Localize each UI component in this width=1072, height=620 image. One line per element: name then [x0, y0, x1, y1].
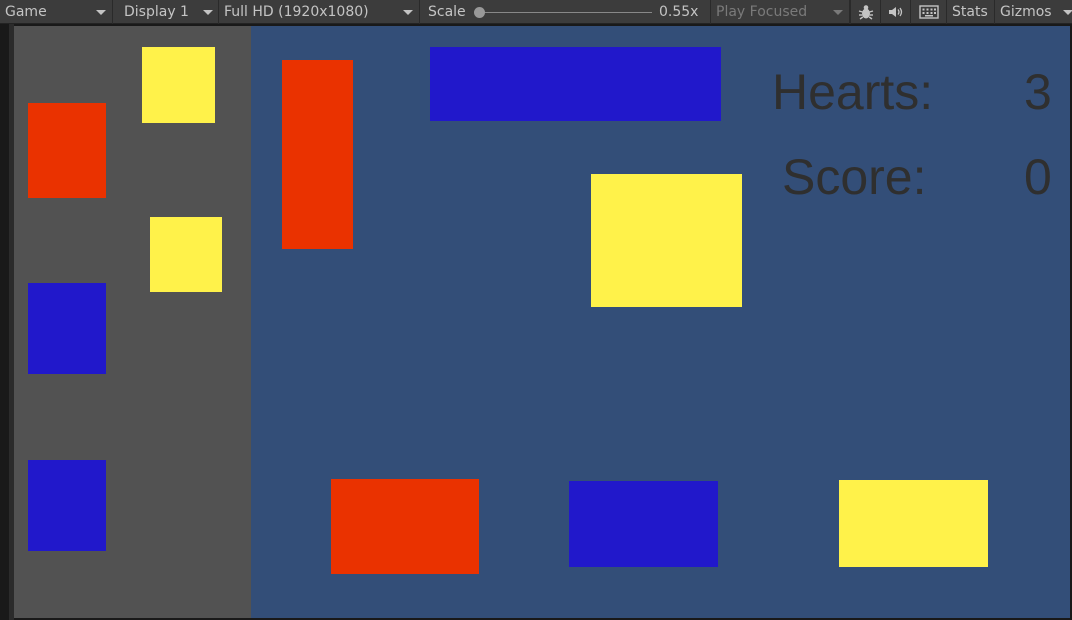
shortcuts-button[interactable] [910, 0, 946, 24]
yellow-block [150, 217, 222, 292]
play-mode-dropdown[interactable]: Play Focused [710, 0, 850, 24]
hearts-label: Hearts: [772, 64, 934, 120]
gizmos-button[interactable]: Gizmos [994, 0, 1072, 24]
view-mode-dropdown[interactable]: Game [0, 0, 113, 24]
mute-audio-button[interactable] [880, 0, 910, 24]
chevron-down-icon [203, 10, 213, 15]
bug-icon [858, 5, 873, 20]
scale-slider-handle[interactable] [474, 7, 485, 18]
chevron-down-icon [96, 10, 106, 15]
play-mode-label: Play Focused [716, 4, 808, 20]
red-block [331, 479, 479, 574]
display-dropdown[interactable]: Display 1 [119, 0, 219, 24]
score-value: 0 [1024, 149, 1052, 205]
scale-value: 0.55x [659, 4, 699, 20]
blue-block [569, 481, 718, 567]
chevron-down-icon [403, 10, 413, 15]
red-block [28, 103, 106, 198]
view-mode-label: Game [5, 4, 47, 20]
yellow-block [142, 47, 215, 123]
audio-icon [888, 7, 902, 17]
yellow-block [839, 480, 988, 567]
chevron-down-icon[interactable] [1063, 10, 1072, 15]
hearts-value: 3 [1024, 64, 1052, 120]
stats-button[interactable]: Stats [946, 0, 994, 24]
display-label: Display 1 [124, 4, 189, 20]
blue-block [430, 47, 721, 121]
game-view-toolbar: Game Display 1 Full HD (1920x1080) Scale… [0, 0, 1072, 24]
game-window: Game Display 1 Full HD (1920x1080) Scale… [0, 0, 1072, 620]
debug-button[interactable] [850, 0, 880, 24]
score-label: Score: [782, 149, 927, 205]
scale-slider-track[interactable] [480, 12, 652, 13]
resolution-dropdown[interactable]: Full HD (1920x1080) [219, 0, 420, 24]
stats-label: Stats [952, 4, 988, 20]
gizmos-label: Gizmos [1000, 4, 1052, 20]
chevron-down-icon [833, 10, 843, 15]
scale-label: Scale [428, 4, 466, 20]
blue-block [28, 283, 106, 374]
resolution-label: Full HD (1920x1080) [224, 4, 369, 20]
keyboard-icon [918, 5, 939, 19]
blue-block [28, 460, 106, 551]
red-block [282, 60, 353, 249]
yellow-block [591, 174, 742, 307]
